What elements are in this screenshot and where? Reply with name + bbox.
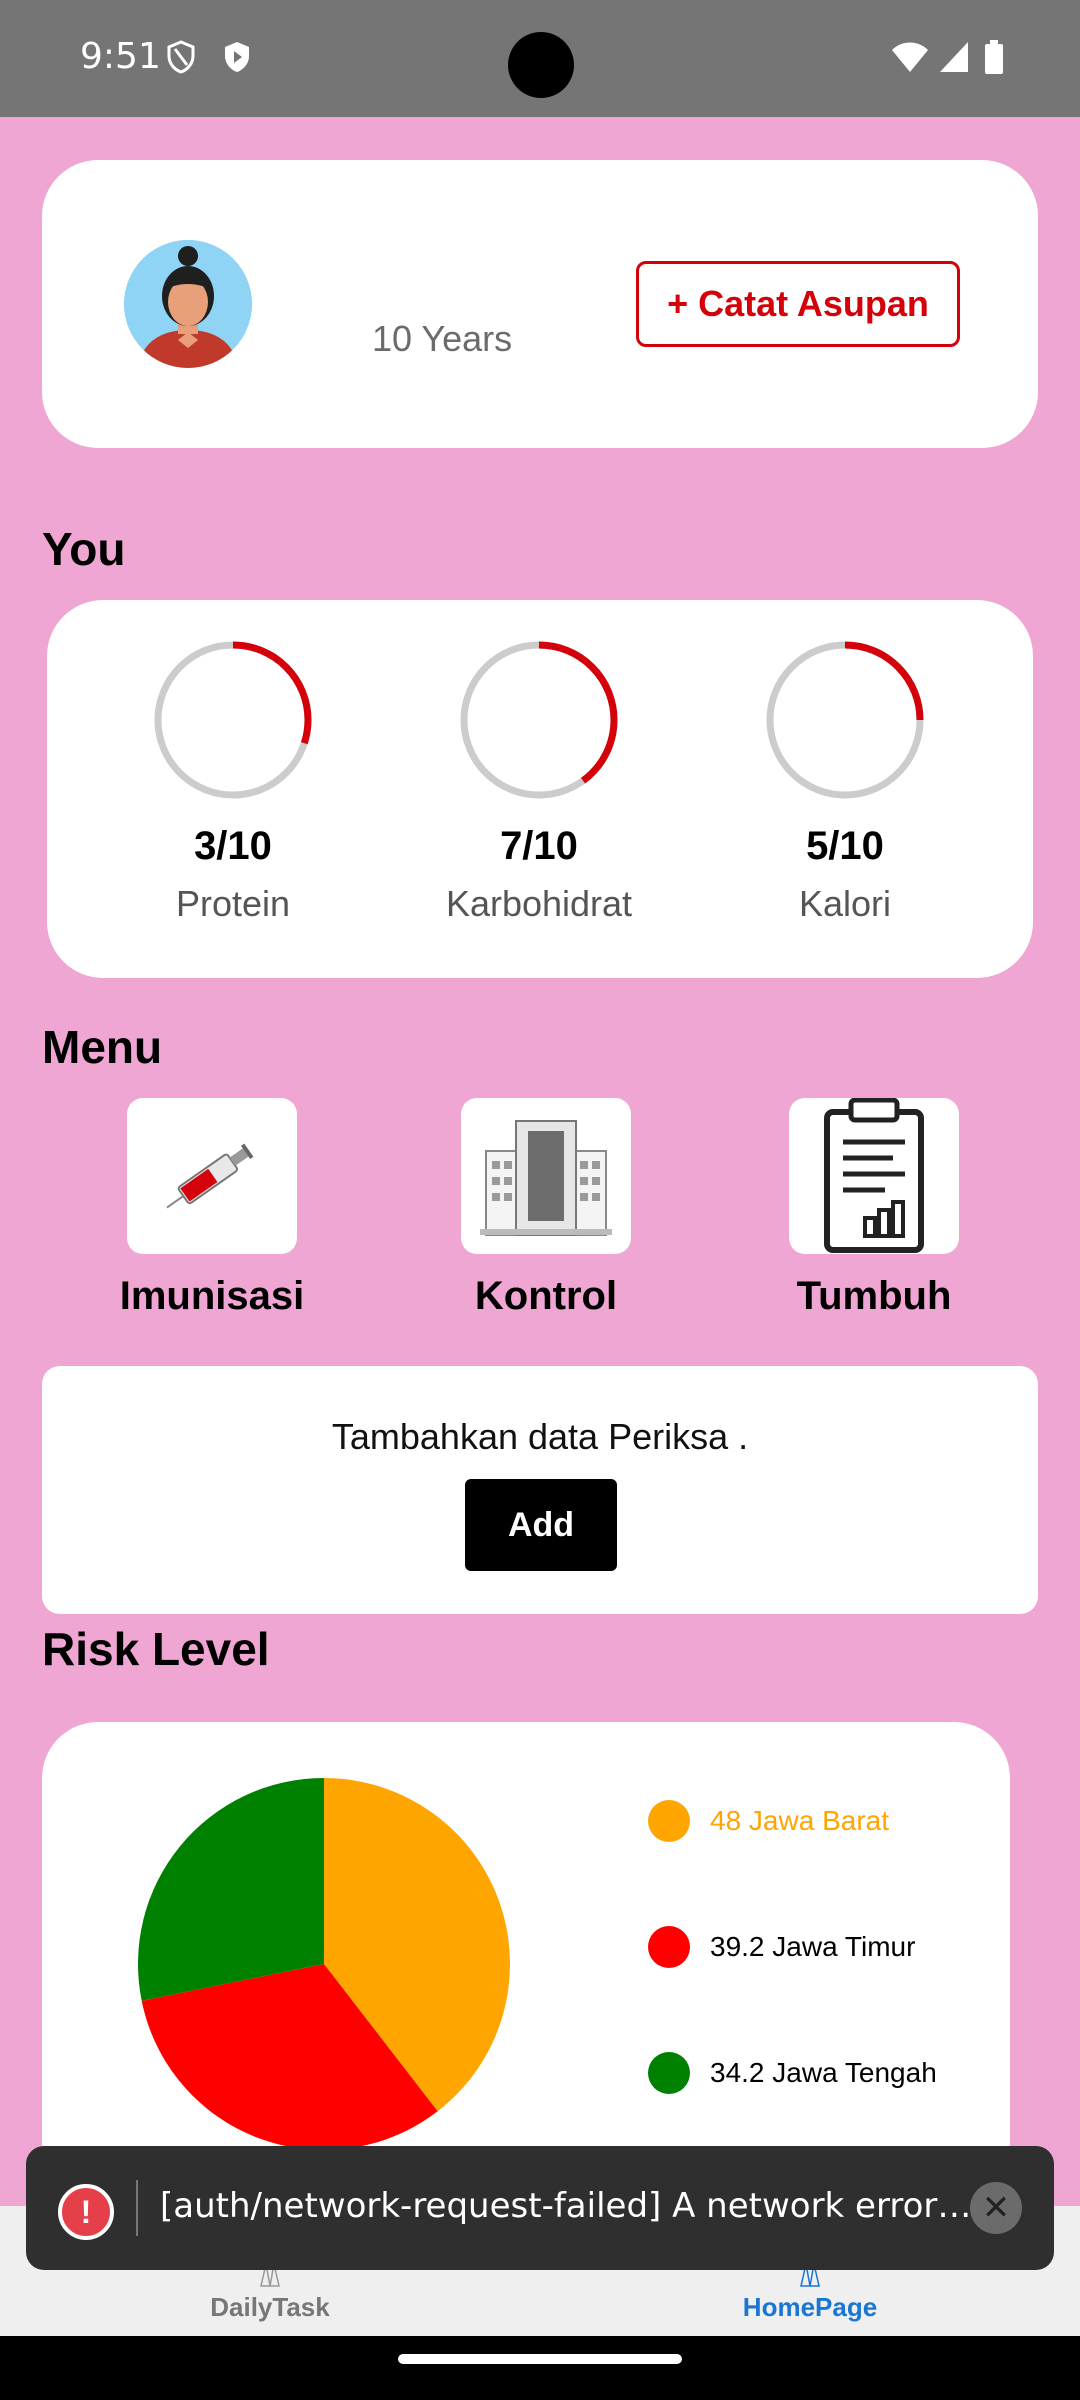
child-age: 10 Years (372, 318, 513, 359)
status-bar: 9:51 (0, 0, 1080, 117)
nutrition-value: 7/10 (500, 824, 578, 868)
user-avatar-icon (124, 240, 252, 368)
nutrition-card: 3/10 Protein 7/10 Karbohidrat 5/10 Kalor… (47, 600, 1033, 978)
error-icon: ! (58, 2184, 114, 2240)
nutrition-label: Protein (175, 883, 291, 924)
legend-item: 39.2 Jawa Timur (648, 1926, 1008, 1968)
section-title-menu: Menu (42, 1021, 163, 1073)
legend-item: 34.2 Jawa Tengah (648, 2052, 1008, 2094)
home-gesture-bar[interactable] (398, 2354, 682, 2364)
nav-label: DailyTask (210, 2292, 330, 2322)
nutrition-value: 5/10 (806, 824, 884, 868)
legend-dot (648, 2052, 690, 2094)
menu-label: Tumbuh (796, 1274, 952, 1318)
nav-tab-dailytask[interactable]: DailyTask (120, 2262, 420, 2323)
nutrition-value: 3/10 (194, 824, 272, 868)
menu-tumbuh[interactable]: Tumbuh (754, 1098, 994, 1319)
legend-dot (648, 1926, 690, 1968)
avatar (124, 240, 252, 368)
pie-slice-jawa-tengah (138, 1778, 324, 2001)
progress-ring (154, 641, 312, 799)
error-snackbar: ! [auth/network-request-failed] A networ… (26, 2146, 1054, 2270)
syringe-icon (166, 1143, 254, 1209)
gesture-area (0, 2336, 1080, 2400)
nutrition-protein: 3/10 Protein (83, 640, 383, 925)
snackbar-message: [auth/network-request-failed] A network … (160, 2186, 980, 2226)
cellular-signal-icon (940, 42, 968, 72)
front-camera (508, 32, 574, 98)
nav-tab-homepage[interactable]: HomePage (660, 2262, 960, 2323)
profile-card: 10 Years + Catat Asupan (42, 160, 1038, 448)
legend-label: 39.2 Jawa Timur (710, 1931, 916, 1962)
progress-ring (460, 641, 618, 799)
legend-label: 48 Jawa Barat (710, 1805, 889, 1836)
legend-dot (648, 1800, 690, 1842)
menu-label: Imunisasi (119, 1274, 305, 1318)
legend-label: 34.2 Jawa Tengah (710, 2057, 937, 2088)
section-title-you: You (42, 523, 126, 575)
catat-asupan-button[interactable]: + Catat Asupan (636, 261, 960, 347)
hospital-building-icon (480, 1120, 612, 1236)
menu-tile[interactable] (461, 1098, 631, 1254)
status-time: 9:51 (80, 36, 161, 77)
snackbar-divider (136, 2180, 138, 2236)
play-protect-icon (225, 42, 249, 72)
clipboard-chart-icon (824, 1098, 924, 1253)
risk-pie-chart (138, 1778, 510, 2150)
progress-ring (766, 641, 924, 799)
section-title-risk: Risk Level (42, 1623, 270, 1675)
nutrition-kalori: 5/10 Kalori (695, 640, 995, 925)
add-periksa-button[interactable]: Add (465, 1479, 617, 1571)
periksa-message: Tambahkan data Periksa . (331, 1416, 749, 1457)
menu-label: Kontrol (474, 1274, 618, 1318)
wifi-icon (892, 42, 928, 72)
menu-tile[interactable] (789, 1098, 959, 1254)
nutrition-label: Kalori (798, 883, 892, 924)
close-icon[interactable]: ✕ (970, 2182, 1022, 2234)
nav-label: HomePage (742, 2292, 878, 2322)
shield-status-icon (167, 40, 195, 74)
menu-kontrol[interactable]: Kontrol (426, 1098, 666, 1319)
periksa-card: Tambahkan data Periksa . Add (42, 1366, 1038, 1614)
nutrition-karbohidrat: 7/10 Karbohidrat (389, 640, 689, 925)
nutrition-label: Karbohidrat (445, 883, 633, 924)
battery-icon (985, 40, 1003, 74)
legend-item: 48 Jawa Barat (648, 1800, 1008, 1842)
menu-imunisasi[interactable]: Imunisasi (92, 1098, 332, 1319)
menu-tile[interactable] (127, 1098, 297, 1254)
